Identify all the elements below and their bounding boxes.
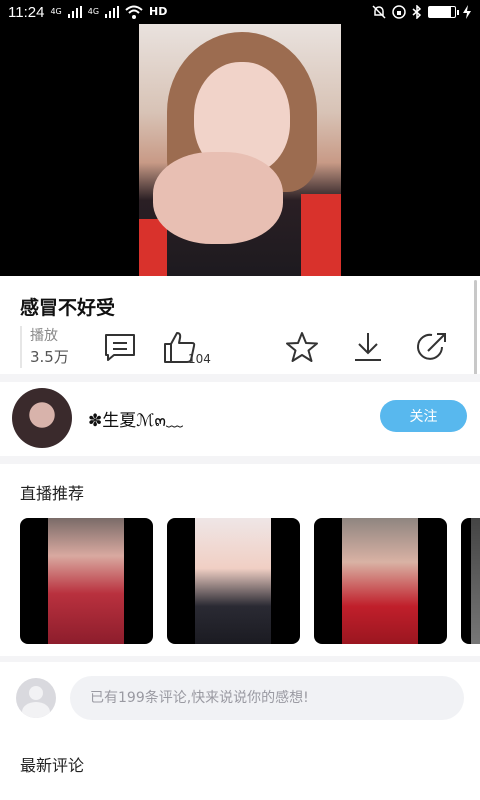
- signal-2-label: 4G: [87, 7, 100, 16]
- live-thumbnail: [342, 518, 418, 644]
- stats-bar: 播放 3.5万 104: [20, 326, 460, 370]
- download-icon: [355, 333, 381, 361]
- follow-button[interactable]: 关注: [380, 400, 467, 432]
- video-subject-jacket: [301, 194, 341, 276]
- live-card[interactable]: [167, 518, 300, 644]
- divider: [0, 456, 480, 464]
- video-player[interactable]: [0, 24, 480, 276]
- download-button[interactable]: [350, 330, 386, 364]
- video-title: 感冒不好受: [20, 297, 116, 319]
- scrollbar[interactable]: [474, 280, 477, 378]
- play-count-block: 播放 3.5万: [20, 326, 80, 368]
- status-time: 11:24: [8, 3, 45, 21]
- live-card[interactable]: [20, 518, 153, 644]
- comment-input[interactable]: [70, 676, 464, 720]
- star-icon: [286, 332, 318, 362]
- bell-off-icon: [372, 5, 386, 19]
- charging-icon: [463, 5, 471, 19]
- avatar-body: [22, 702, 50, 718]
- author-name[interactable]: ✽生夏ℳ๓﹏: [88, 406, 183, 434]
- wifi-icon: [125, 5, 143, 19]
- play-label: 播放: [30, 328, 58, 344]
- video-frame[interactable]: [139, 24, 341, 276]
- status-left: 11:24 4G 4G HD: [8, 4, 167, 21]
- user-avatar-placeholder: [16, 678, 56, 718]
- video-subject-hand: [153, 152, 283, 244]
- live-thumbnail: [48, 518, 124, 644]
- favorite-button[interactable]: [284, 330, 320, 364]
- share-button[interactable]: [414, 330, 450, 364]
- like-count: 104: [188, 352, 211, 366]
- live-card[interactable]: [461, 518, 480, 644]
- live-card[interactable]: [314, 518, 447, 644]
- comment-icon: [105, 334, 135, 361]
- signal-icon: [67, 6, 82, 18]
- divider: [0, 374, 480, 382]
- avatar-head: [29, 686, 43, 700]
- divider: [0, 656, 480, 662]
- comment-button[interactable]: [102, 330, 138, 364]
- bluetooth-icon: [412, 5, 422, 19]
- author-avatar[interactable]: [12, 388, 72, 448]
- live-carousel[interactable]: [20, 518, 480, 644]
- battery-level: [429, 7, 452, 17]
- rotation-lock-icon: [392, 5, 406, 19]
- video-subject-jacket-left: [139, 219, 167, 276]
- play-count: 3.5万: [30, 348, 69, 366]
- live-thumbnail: [195, 518, 271, 644]
- status-right: [372, 5, 472, 19]
- hd-label: HD: [149, 5, 168, 18]
- battery-icon: [428, 6, 459, 18]
- live-section-title: 直播推荐: [20, 484, 85, 503]
- signal-icon-2: [105, 6, 120, 18]
- share-icon: [417, 333, 446, 360]
- live-thumbnail: [471, 518, 480, 644]
- status-bar: 11:24 4G 4G HD: [0, 0, 480, 24]
- signal-1-label: 4G: [50, 7, 62, 16]
- latest-comments-title: 最新评论: [20, 756, 85, 775]
